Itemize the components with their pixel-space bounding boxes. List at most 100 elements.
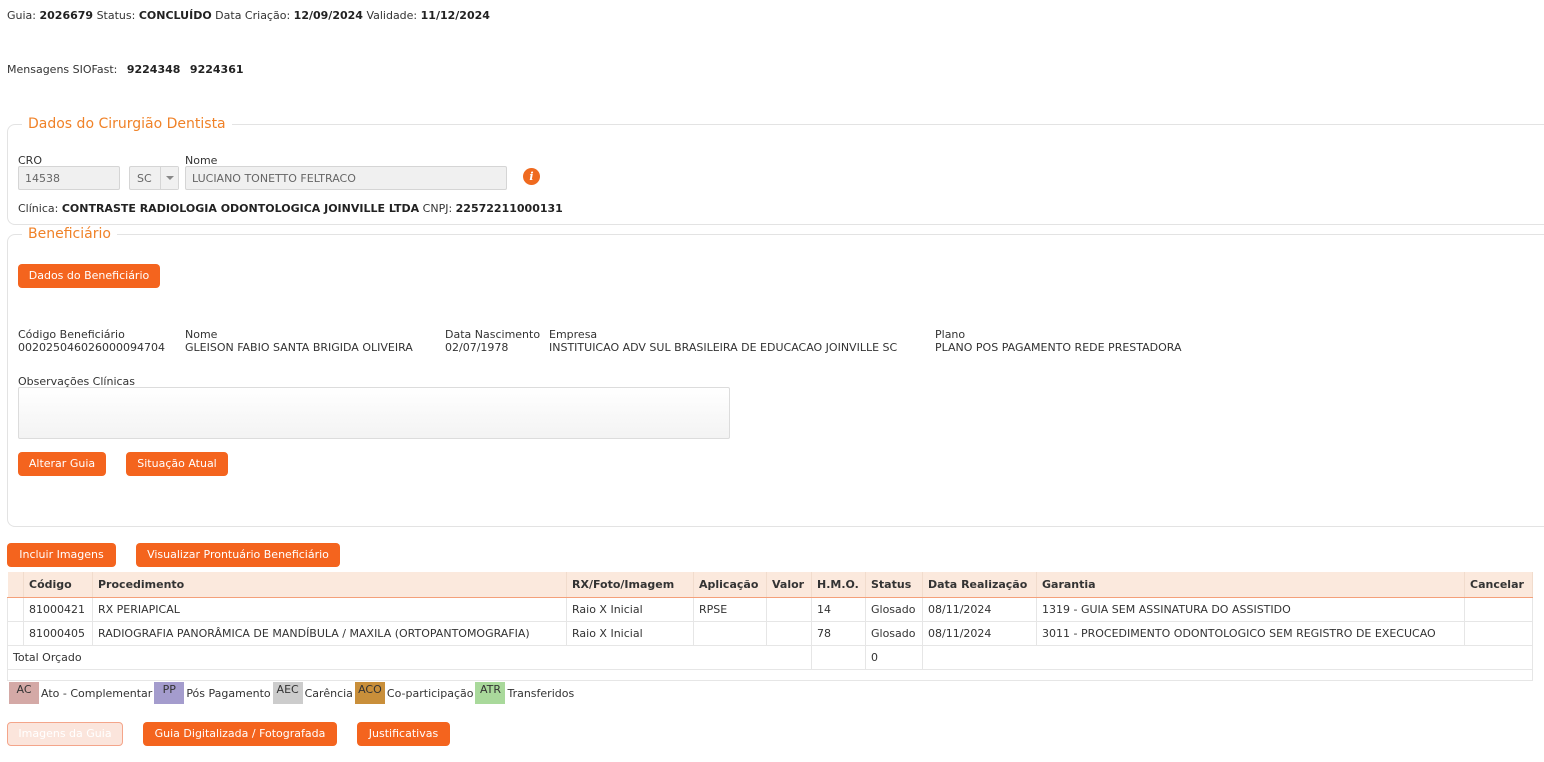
table-row: 81000405 RADIOGRAFIA PANORÂMICA DE MANDÍ… (7, 621, 1533, 646)
cell-procedimento: RADIOGRAFIA PANORÂMICA DE MANDÍBULA / MA… (92, 621, 567, 646)
status-legend: AC Ato - Complementar PP Pós Pagamento A… (9, 682, 576, 704)
cell-procedimento: RX PERIAPICAL (92, 597, 567, 622)
beneficiary-data-button[interactable]: Dados do Beneficiário (18, 264, 160, 288)
legend-aec-badge: AEC (272, 682, 303, 704)
view-record-button[interactable]: Visualizar Prontuário Beneficiário (136, 543, 340, 567)
total-row: Total Orçado 0 (7, 645, 1533, 670)
cell-codigo: 81000421 (23, 597, 93, 622)
beneficiary-code-value: 002025046026000094704 (18, 341, 165, 354)
cell-aplicacao (693, 621, 767, 646)
cro-input[interactable]: 14538 (18, 166, 120, 190)
clinic-line: Clínica: CONTRASTE RADIOLOGIA ODONTOLOGI… (18, 202, 563, 215)
siofast-messages: Mensagens SIOFast: 9224348 9224361 (7, 63, 244, 76)
chevron-down-icon[interactable] (160, 167, 178, 189)
cell-hmo: 14 (811, 597, 866, 622)
cell-garantia: 3011 - PROCEDIMENTO ODONTOLOGICO SEM REG… (1036, 621, 1465, 646)
header-status[interactable]: Status (865, 572, 923, 598)
beneficiary-name-label: Nome (185, 328, 218, 341)
clinic-name: CONTRASTE RADIOLOGIA ODONTOLOGICA JOINVI… (61, 202, 420, 215)
legend-aco-text: Co-participação (386, 686, 474, 700)
cell-status: Glosado (865, 621, 923, 646)
scanned-guide-button[interactable]: Guia Digitalizada / Fotografada (143, 722, 337, 746)
header-aplicacao[interactable]: Aplicação (693, 572, 767, 598)
header-valor[interactable]: Valor (766, 572, 812, 598)
legend-pp-text: Pós Pagamento (186, 686, 271, 700)
status-value: CONCLUÍDO (138, 9, 212, 22)
legend-atr-badge: ATR (475, 682, 506, 704)
cell-valor (766, 621, 812, 646)
header-codigo[interactable]: Código (23, 572, 93, 598)
table-row: 81000421 RX PERIAPICAL Raio X Inicial RP… (7, 597, 1533, 622)
cell-aplicacao: RPSE (693, 597, 767, 622)
dentist-section-title: Dados do Cirurgião Dentista (28, 116, 226, 132)
siofast-message-2: 9224361 (189, 63, 244, 76)
legend-aco-badge: ACO (354, 682, 385, 704)
cnpj-value: 22572211000131 (455, 202, 563, 215)
siofast-message-1: 9224348 (126, 63, 181, 76)
legend-atr-text: Transferidos (507, 686, 575, 700)
guia-label: Guia: (7, 9, 36, 22)
include-images-button[interactable]: Incluir Imagens (7, 543, 116, 567)
header-hmo[interactable]: H.M.O. (811, 572, 866, 598)
birth-date-label: Data Nascimento (445, 328, 541, 341)
info-icon[interactable]: i (523, 168, 540, 185)
legend-pp-badge: PP (154, 682, 185, 704)
company-value: INSTITUICAO ADV SUL BRASILEIRA DE EDUCAC… (549, 341, 898, 354)
cell-cancelar[interactable] (1464, 597, 1533, 622)
beneficiary-name-value: GLEISON FABIO SANTA BRIGIDA OLIVEIRA (185, 341, 413, 354)
beneficiary-section: Beneficiário (7, 226, 1544, 527)
row-select-cell[interactable] (7, 597, 24, 622)
plan-label: Plano (935, 328, 966, 341)
header-procedimento[interactable]: Procedimento (92, 572, 567, 598)
uf-select[interactable]: SC (129, 166, 179, 190)
legend-ac-badge: AC (9, 682, 39, 704)
beneficiary-name: Nome GLEISON FABIO SANTA BRIGIDA OLIVEIR… (185, 328, 413, 354)
cell-data: 08/11/2024 (922, 621, 1037, 646)
total-valor (811, 645, 866, 670)
cnpj-label: CNPJ: (422, 202, 453, 215)
row-select-cell[interactable] (7, 621, 24, 646)
cell-valor (766, 597, 812, 622)
beneficiary-code: Código Beneficiário 00202504602600009470… (18, 328, 165, 354)
procedures-table: Código Procedimento RX/Foto/Imagem Aplic… (7, 572, 1533, 681)
cell-rx: Raio X Inicial (566, 597, 694, 622)
guide-header: Guia: 2026679 Status: CONCLUÍDO Data Cri… (7, 9, 490, 22)
table-header-row: Código Procedimento RX/Foto/Imagem Aplic… (7, 572, 1533, 598)
cell-cancelar[interactable] (1464, 621, 1533, 646)
total-label: Total Orçado (7, 645, 812, 670)
justifications-button[interactable]: Justificativas (357, 722, 450, 746)
status-label: Status: (96, 9, 136, 22)
birth-date-value: 02/07/1978 (445, 341, 509, 354)
company-label: Empresa (549, 328, 598, 341)
spacer-row (7, 669, 1533, 681)
current-situation-button[interactable]: Situação Atual (126, 452, 228, 476)
cell-data: 08/11/2024 (922, 597, 1037, 622)
creation-date-label: Data Criação: (215, 9, 291, 22)
spacer-cell (7, 669, 1533, 681)
header-rx[interactable]: RX/Foto/Imagem (566, 572, 694, 598)
validity-label: Validade: (366, 9, 418, 22)
guia-number: 2026679 (39, 9, 94, 22)
validity-value: 11/12/2024 (420, 9, 490, 22)
cell-codigo: 81000405 (23, 621, 93, 646)
clinical-notes-textarea[interactable] (18, 387, 730, 439)
creation-date-value: 12/09/2024 (293, 9, 363, 22)
header-garantia[interactable]: Garantia (1036, 572, 1465, 598)
legend-ac-text: Ato - Complementar (41, 686, 153, 700)
cell-garantia: 1319 - GUIA SEM ASSINATURA DO ASSISTIDO (1036, 597, 1465, 622)
header-select-cell (7, 572, 24, 598)
header-data-realizacao[interactable]: Data Realização (922, 572, 1037, 598)
beneficiary-section-title: Beneficiário (28, 226, 111, 242)
legend-aec-text: Carência (304, 686, 353, 700)
cell-hmo: 78 (811, 621, 866, 646)
guide-images-button[interactable]: Imagens da Guia (7, 722, 123, 746)
plan-value: PLANO POS PAGAMENTO REDE PRESTADORA (935, 341, 1182, 354)
cell-rx: Raio X Inicial (566, 621, 694, 646)
beneficiary-birth: Data Nascimento 02/07/1978 (445, 328, 540, 354)
alter-guide-button[interactable]: Alterar Guia (18, 452, 106, 476)
clinic-label: Clínica: (18, 202, 59, 215)
beneficiary-plan: Plano PLANO POS PAGAMENTO REDE PRESTADOR… (935, 328, 1182, 354)
siofast-label: Mensagens SIOFast: (7, 63, 118, 76)
header-cancelar[interactable]: Cancelar (1464, 572, 1533, 598)
dentist-name-input[interactable]: LUCIANO TONETTO FELTRACO (185, 166, 507, 190)
